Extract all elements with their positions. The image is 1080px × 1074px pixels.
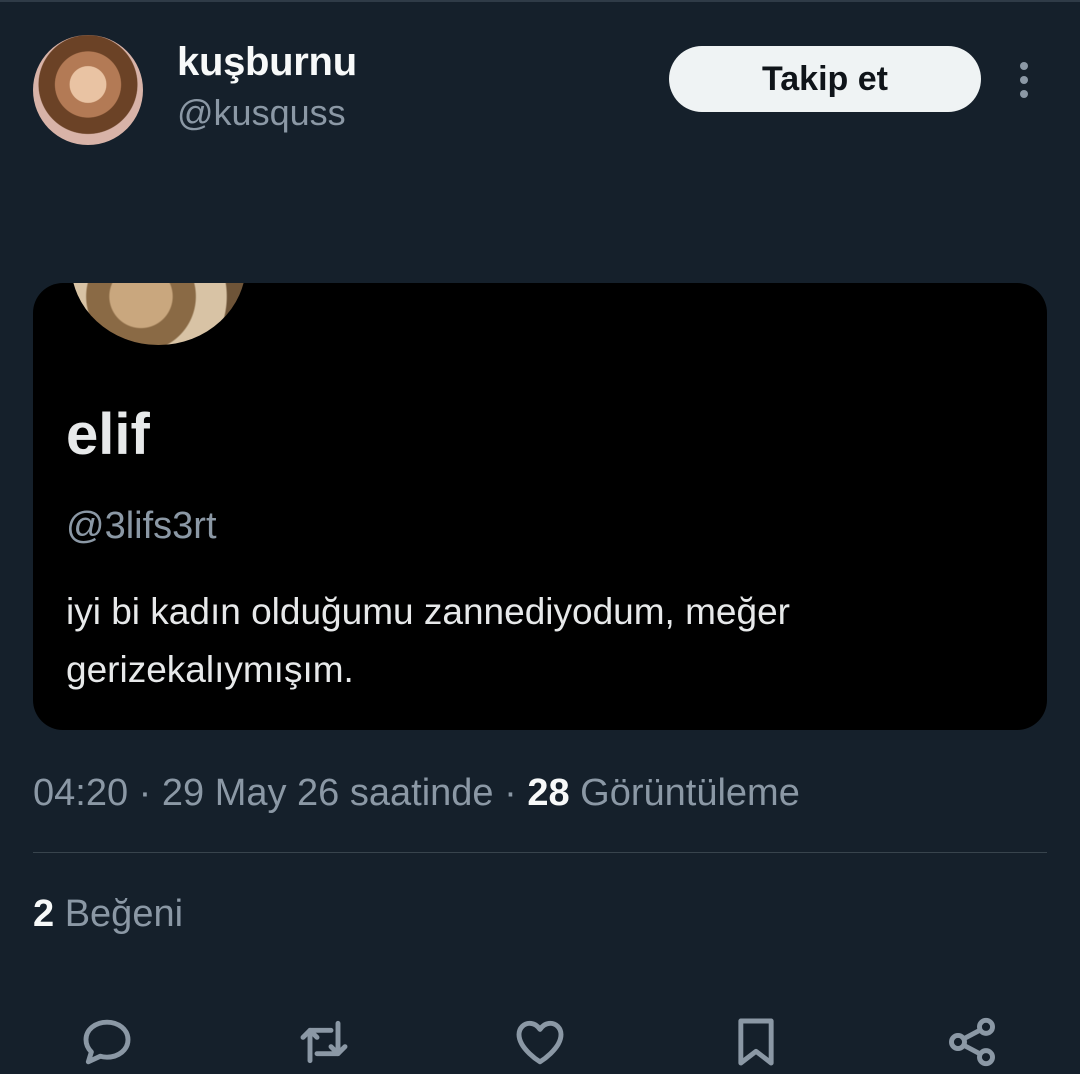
quoted-author-handle: @3lifs3rt [66, 505, 217, 547]
post-time: 04:20 [33, 772, 129, 814]
share-icon[interactable] [942, 1012, 1002, 1072]
views-label: Görüntüleme [580, 772, 800, 814]
bookmark-icon[interactable] [726, 1012, 786, 1072]
top-divider [0, 0, 1080, 2]
post-date: 29 May 26 saatinde [161, 772, 494, 814]
author-avatar[interactable] [33, 35, 143, 145]
retweet-icon[interactable] [294, 1012, 354, 1072]
author-handle[interactable]: @kusquss [177, 92, 346, 134]
post-metadata: 04:20 · 29 May 26 saatinde · 28 Görüntül… [33, 772, 800, 815]
author-name[interactable]: kuşburnu [177, 40, 357, 85]
quoted-author-name: elif [66, 402, 150, 467]
meta-separator: · [504, 772, 517, 814]
more-options-icon[interactable] [1004, 58, 1044, 102]
quoted-post-card[interactable]: elif @3lifs3rt iyi bi kadın olduğumu zan… [33, 283, 1047, 730]
section-divider [33, 852, 1047, 853]
meta-separator: · [138, 772, 152, 814]
quoted-post-text: iyi bi kadın olduğumu zannediyodum, meğe… [66, 591, 790, 690]
follow-button[interactable]: Takip et [669, 46, 981, 112]
likes-label: Beğeni [64, 893, 184, 935]
like-icon[interactable] [510, 1012, 570, 1072]
reply-icon[interactable] [77, 1012, 137, 1072]
views-count: 28 [527, 772, 570, 814]
quoted-author-avatar [71, 283, 246, 345]
likes-summary[interactable]: 2 Beğeni [33, 893, 183, 936]
likes-count: 2 [33, 893, 55, 935]
